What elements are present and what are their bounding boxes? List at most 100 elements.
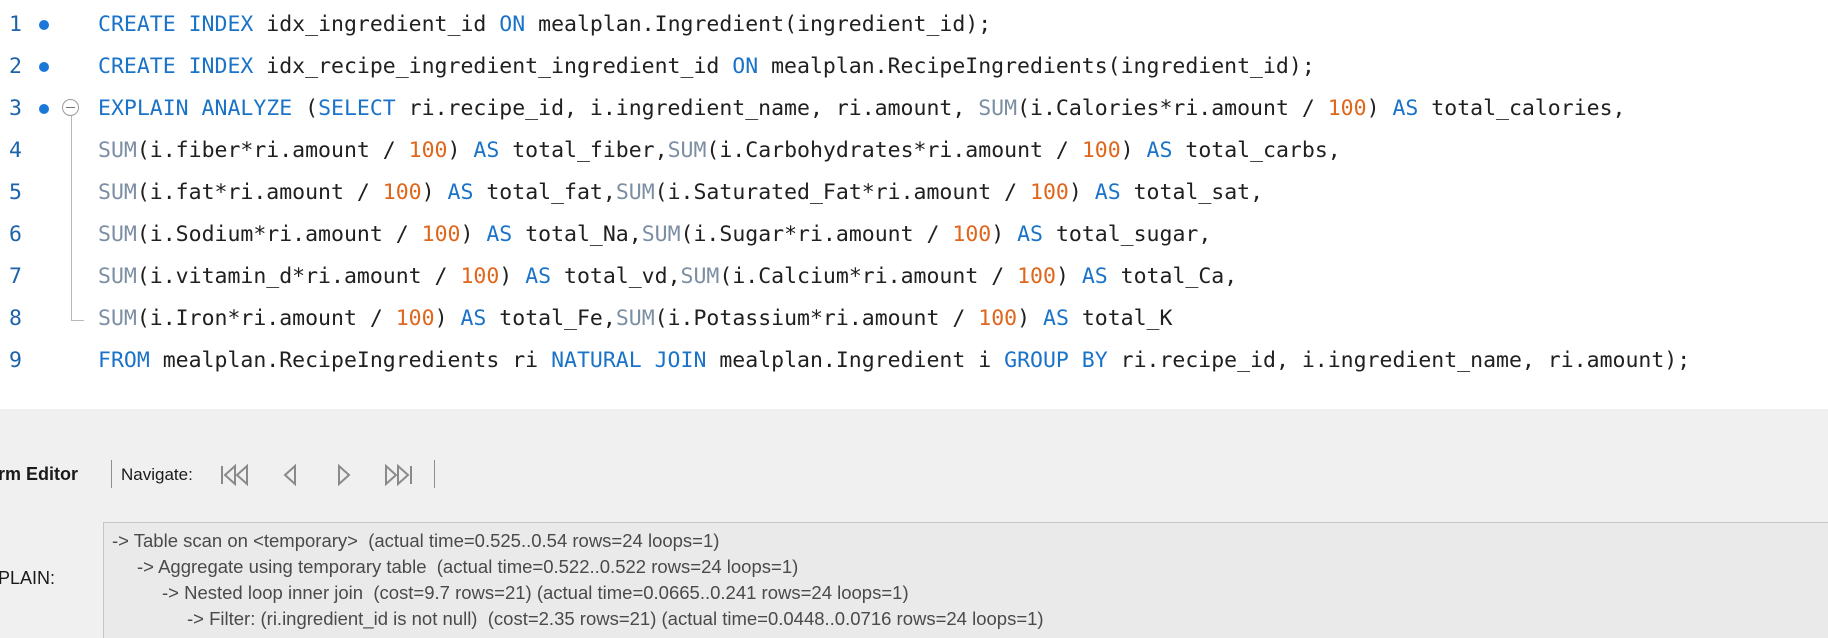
code-token: ON <box>499 12 526 37</box>
code-token: total_K <box>1068 306 1173 331</box>
last-icon <box>385 463 412 487</box>
code-token: AS <box>1081 264 1108 289</box>
line-number: 4 <box>9 138 22 163</box>
code-token: total_sat, <box>1120 180 1264 205</box>
code-token: ) <box>447 138 474 163</box>
sql-editor[interactable]: 1 CREATE INDEX idx_ingredient_id ON mealp… <box>0 0 1828 409</box>
code-token: (i.fat*ri.amount / <box>136 180 383 205</box>
code-token: SUM <box>615 306 655 331</box>
line-number: 9 <box>9 348 22 373</box>
code-line[interactable]: 1 CREATE INDEX idx_ingredient_id ON mealp… <box>0 4 1828 46</box>
code-token: SELECT <box>318 96 396 121</box>
code-token: 100 <box>395 306 435 331</box>
explain-line: -> Table scan on <temporary> (actual tim… <box>112 530 720 551</box>
line-number: 3 <box>9 96 22 121</box>
code-token: SUM <box>98 180 137 205</box>
code-token: total_fat, <box>473 180 616 205</box>
code-token: mealplan.RecipeIngredients(ingredient_id… <box>758 54 1315 79</box>
line-number: 1 <box>9 12 22 37</box>
code-token: total_Na, <box>512 222 642 247</box>
code-token: SUM <box>98 306 137 331</box>
code-token: SUM <box>98 138 137 163</box>
code-token: CREATE INDEX <box>98 12 254 37</box>
last-record-button[interactable] <box>380 462 414 488</box>
form-editor-tab-label[interactable]: orm Editor <box>0 464 78 485</box>
code-line[interactable]: 3 EXPLAIN ANALYZE (SELECT ri.recipe_id, i… <box>0 88 1828 130</box>
code-text: FROM mealplan.RecipeIngredients ri NATUR… <box>98 340 1690 382</box>
code-token: (i.Iron*ri.amount / <box>136 306 396 331</box>
explain-output-field[interactable]: -> Table scan on <temporary> (actual tim… <box>103 522 1828 638</box>
code-text: SUM(i.fat*ri.amount / 100) AS total_fat,… <box>98 172 1263 214</box>
code-token: total_Ca, <box>1107 264 1238 289</box>
code-line[interactable]: 8 SUM(i.Iron*ri.amount / 100) AS total_Fe… <box>0 298 1828 340</box>
code-token: total_vd, <box>551 264 681 289</box>
code-token: (i.Saturated_Fat*ri.amount / <box>654 180 1031 205</box>
code-line[interactable]: 7 SUM(i.vitamin_d*ri.amount / 100) AS tot… <box>0 256 1828 298</box>
navigate-label: Navigate: <box>121 465 193 484</box>
code-token: (i.Potassium*ri.amount / <box>654 306 979 331</box>
code-line[interactable]: 9 FROM mealplan.RecipeIngredients ri NATU… <box>0 340 1828 382</box>
code-token: ) <box>499 264 526 289</box>
code-token: idx_recipe_ingredient_ingredient_id <box>253 54 733 79</box>
code-line[interactable]: 5 SUM(i.fat*ri.amount / 100) AS total_fat… <box>0 172 1828 214</box>
line-number: 8 <box>9 306 22 331</box>
explain-line: -> Nested loop inner join (cost=9.7 rows… <box>162 582 909 603</box>
code-token: 100 <box>408 138 448 163</box>
code-token: total_fiber, <box>499 138 668 163</box>
explain-line: -> Aggregate using temporary table (actu… <box>137 556 799 577</box>
statement-marker-icon[interactable] <box>39 104 49 114</box>
statement-marker-icon[interactable] <box>39 62 49 72</box>
code-token: CREATE INDEX <box>98 54 254 79</box>
code-token: EXPLAIN ANALYZE <box>98 96 293 121</box>
fold-guide <box>71 172 72 214</box>
code-token: ) <box>991 222 1018 247</box>
code-text: SUM(i.fiber*ri.amount / 100) AS total_fi… <box>98 130 1341 172</box>
next-record-button[interactable] <box>330 462 364 488</box>
code-line[interactable]: 6 SUM(i.Sodium*ri.amount / 100) AS total_… <box>0 214 1828 256</box>
collapse-icon[interactable] <box>62 99 79 116</box>
fold-guide <box>71 130 72 172</box>
code-token: total_calories, <box>1418 96 1626 121</box>
code-token: 100 <box>1327 96 1367 121</box>
first-record-button[interactable] <box>219 462 253 488</box>
code-token: ) <box>1017 306 1043 331</box>
explain-field-label: XPLAIN: <box>0 568 56 588</box>
code-token: AS <box>460 306 487 331</box>
code-token: ) <box>1366 96 1393 121</box>
line-number: 2 <box>9 54 22 79</box>
code-line[interactable]: 4 SUM(i.fiber*ri.amount / 100) AS total_f… <box>0 130 1828 172</box>
previous-icon <box>283 463 296 487</box>
next-icon <box>338 463 351 487</box>
code-token: (i.Sugar*ri.amount / <box>680 222 953 247</box>
code-token: NATURAL JOIN <box>551 348 707 373</box>
code-token: total_Fe, <box>486 306 616 331</box>
code-text: SUM(i.vitamin_d*ri.amount / 100) AS tota… <box>98 256 1237 298</box>
code-token: ) <box>421 180 448 205</box>
code-text: CREATE INDEX idx_ingredient_id ON mealpl… <box>98 4 991 46</box>
code-token: mealplan.Ingredient(ingredient_id); <box>525 12 992 37</box>
code-token: SUM <box>98 264 137 289</box>
code-token: ( <box>292 96 319 121</box>
code-token: ) <box>460 222 487 247</box>
code-token: AS <box>525 264 552 289</box>
code-token: AS <box>1392 96 1419 121</box>
code-token: SUM <box>98 222 137 247</box>
code-line[interactable]: 2 CREATE INDEX idx_recipe_ingredient_ingr… <box>0 46 1828 88</box>
code-token: idx_ingredient_id <box>253 12 500 37</box>
code-token: AS <box>1094 180 1121 205</box>
code-token: 100 <box>978 306 1018 331</box>
code-token: ON <box>732 54 759 79</box>
code-token: 100 <box>382 180 422 205</box>
code-token: ri.recipe_id, i.ingredient_name, ri.amou… <box>1107 348 1691 373</box>
code-token: (i.vitamin_d*ri.amount / <box>136 264 461 289</box>
statement-marker-icon[interactable] <box>39 20 49 30</box>
previous-record-button[interactable] <box>278 462 312 488</box>
code-text: SUM(i.Iron*ri.amount / 100) AS total_Fe,… <box>98 298 1172 340</box>
code-token: AS <box>486 222 513 247</box>
code-token: total_carbs, <box>1172 138 1341 163</box>
code-token: ) <box>434 306 461 331</box>
code-token: 100 <box>1081 138 1121 163</box>
code-token: SUM <box>641 222 681 247</box>
code-token: ri.recipe_id, i.ingredient_name, ri.amou… <box>395 96 979 121</box>
code-token: 100 <box>421 222 461 247</box>
